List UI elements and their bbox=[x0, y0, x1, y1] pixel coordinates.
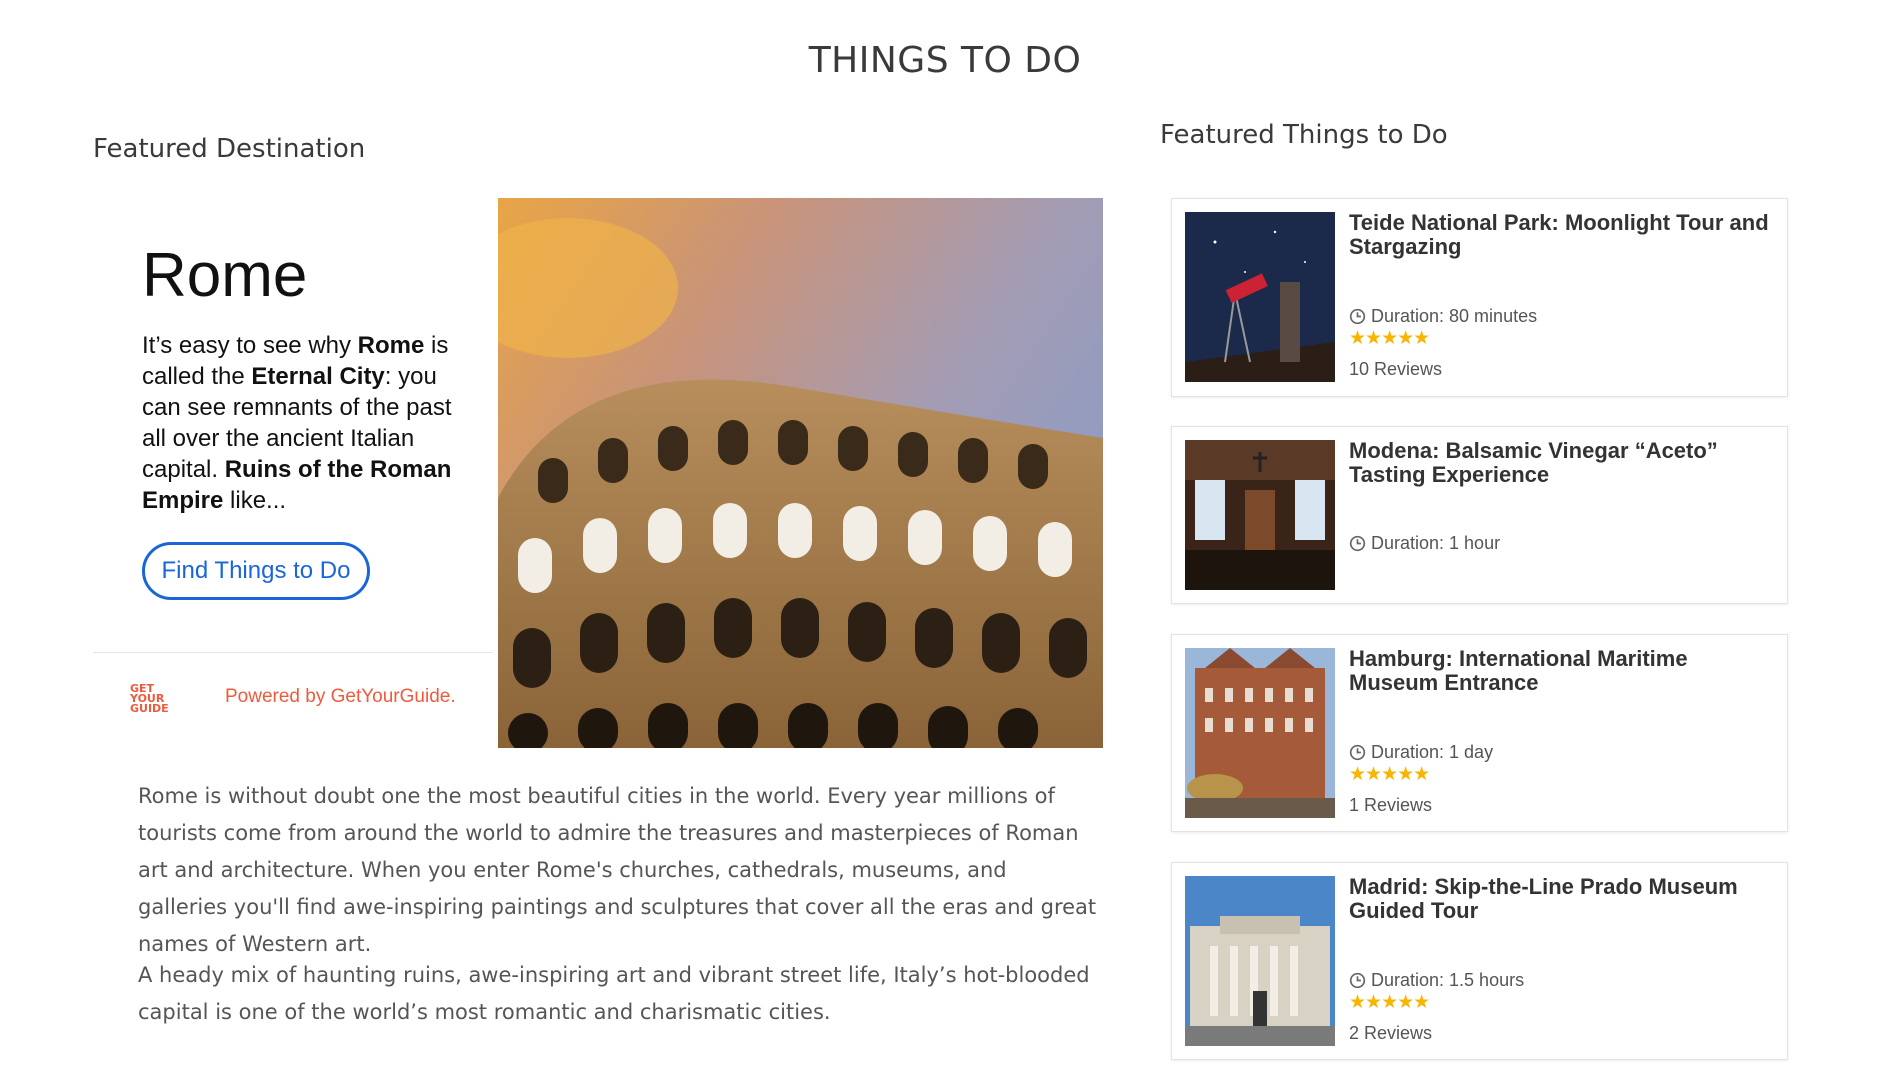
colosseum-image bbox=[498, 198, 1103, 748]
hamburg-photo bbox=[1185, 648, 1335, 818]
rating-stars: ★★★★★ bbox=[1349, 764, 1430, 785]
activity-card-hamburg[interactable]: Hamburg: International Maritime Museum E… bbox=[1171, 634, 1788, 832]
article-paragraph: A heady mix of haunting ruins, awe-inspi… bbox=[138, 963, 1090, 1024]
prado-photo bbox=[1185, 876, 1335, 1046]
review-count: 10 Reviews bbox=[1349, 359, 1443, 379]
activity-duration: Duration: 1 hour bbox=[1349, 533, 1500, 554]
rating-stars: ★★★★★ bbox=[1349, 328, 1430, 349]
destination-city: Rome bbox=[142, 241, 308, 310]
review-count: 2 Reviews bbox=[1349, 1023, 1433, 1043]
activity-duration: Duration: 80 minutes bbox=[1349, 306, 1537, 327]
activity-duration: Duration: 1 day bbox=[1349, 742, 1493, 763]
getyourguide-logo[interactable]: GET YOUR GUIDE bbox=[130, 683, 174, 718]
find-things-button[interactable]: Find Things to Do bbox=[142, 542, 370, 600]
page-title: THINGS TO DO bbox=[808, 40, 1082, 81]
clock-icon bbox=[1349, 535, 1366, 552]
activity-title[interactable]: Hamburg: International Maritime Museum E… bbox=[1349, 647, 1769, 695]
activity-title[interactable]: Madrid: Skip-the-Line Prado Museum Guide… bbox=[1349, 875, 1769, 923]
powered-by-link[interactable]: Powered by GetYourGuide. bbox=[225, 686, 456, 708]
clock-icon bbox=[1349, 308, 1366, 325]
featured-things-heading: Featured Things to Do bbox=[1160, 120, 1448, 150]
activity-title[interactable]: Teide National Park: Moonlight Tour and … bbox=[1349, 211, 1769, 259]
clock-icon bbox=[1349, 972, 1366, 989]
activity-card-modena[interactable]: Modena: Balsamic Vinegar “Aceto” Tasting… bbox=[1171, 426, 1788, 604]
featured-destination-heading: Featured Destination bbox=[93, 134, 366, 164]
review-count: 1 Reviews bbox=[1349, 795, 1433, 815]
teide-photo bbox=[1185, 212, 1335, 382]
divider bbox=[93, 652, 493, 653]
rating-stars: ★★★★★ bbox=[1349, 992, 1430, 1013]
activity-card-madrid[interactable]: Madrid: Skip-the-Line Prado Museum Guide… bbox=[1171, 862, 1788, 1060]
activity-title[interactable]: Modena: Balsamic Vinegar “Aceto” Tasting… bbox=[1349, 439, 1769, 487]
article-paragraph: Rome is without doubt one the most beaut… bbox=[138, 784, 1097, 956]
modena-photo bbox=[1185, 440, 1335, 590]
clock-icon bbox=[1349, 744, 1366, 761]
activity-duration: Duration: 1.5 hours bbox=[1349, 970, 1524, 991]
activity-card-teide[interactable]: Teide National Park: Moonlight Tour and … bbox=[1171, 198, 1788, 397]
destination-description: It’s easy to see why Rome is called the … bbox=[142, 332, 452, 514]
